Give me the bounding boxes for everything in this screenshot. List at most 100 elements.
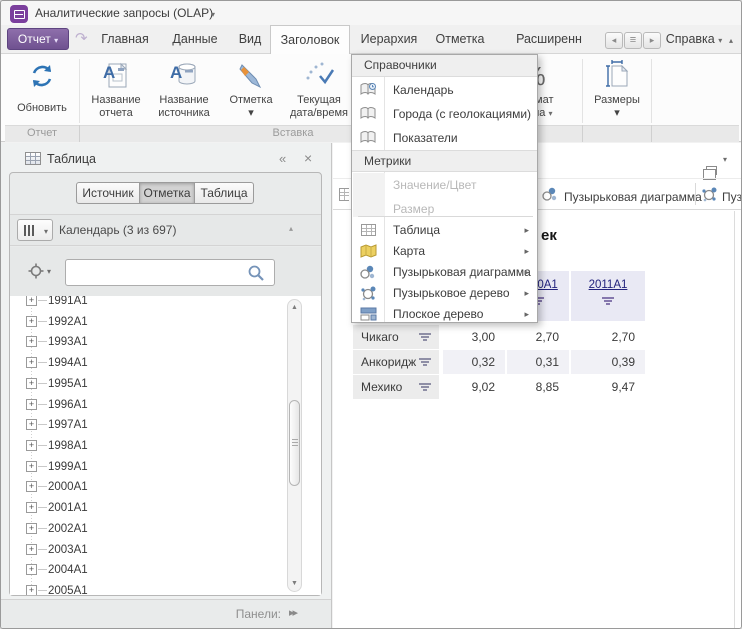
panels-bar: Панели: ▸▸ [1,599,331,629]
tab-otmetka[interactable]: Отметка [427,25,493,54]
panel-title: Таблица [47,152,96,166]
table-cell: 2,70 [507,325,569,349]
tree-item[interactable]: 1999A1 [48,461,88,473]
report-name-button[interactable]: A Название отчета [83,58,149,124]
view-tab-bubble-tree[interactable]: Пуз [722,190,742,204]
tree-item[interactable]: 1994A1 [48,357,88,369]
partial-tab-icon[interactable] [339,188,349,202]
tree-item[interactable]: 1992A1 [48,316,88,328]
filter-icon[interactable] [418,358,431,367]
table-cell: 3,00 [443,325,505,349]
tree-item[interactable]: 1993A1 [48,336,88,348]
menu-item-pokazateli[interactable]: Показатели [352,126,537,150]
tree-item[interactable]: 2002A1 [48,523,88,535]
number-format-caret-down-icon: ▾ [548,109,552,118]
expand-icon[interactable]: + [26,440,37,451]
columns-selector-button[interactable]: ▾ [17,219,53,241]
tab-scroll-right-icon[interactable]: ▸ [643,32,661,49]
window-cascade-icon[interactable] [706,166,717,175]
expand-icon[interactable]: + [26,296,37,306]
tab-ierarhiya[interactable]: Иерархия [353,25,425,54]
tree-item[interactable]: 2004A1 [48,564,88,576]
tab-list-icon[interactable]: ≡ [624,32,642,49]
sizes-button[interactable]: Размеры ▾ [586,58,648,124]
source-name-button[interactable]: A Название источника [151,58,217,124]
scroll-down-icon[interactable]: ▼ [288,580,301,587]
search-input[interactable] [65,259,275,286]
scrollbar-thumb[interactable] [289,400,300,486]
expand-icon[interactable]: + [26,399,37,410]
search-icon[interactable] [247,264,265,287]
gear-icon[interactable] [28,263,44,284]
tab-zagolovok[interactable]: Заголовок [270,25,350,54]
collapse-ribbon-icon[interactable]: ▴ [729,36,733,45]
cascade-caret-down-icon[interactable]: ▾ [723,155,727,164]
expand-icon[interactable]: + [26,544,37,555]
title-caret-down-icon[interactable]: ▾ [211,10,215,19]
tree-item[interactable]: 2001A1 [48,502,88,514]
row-header[interactable]: Анкоридж [353,350,439,374]
tab-rasshirennyj[interactable]: Расширенн [495,25,603,54]
columns-icon [24,225,26,236]
panel-tab-otmetka[interactable]: Отметка [139,182,195,204]
tree-item[interactable]: 1991A1 [48,296,88,307]
panels-expand-icon[interactable]: ▸▸ [289,606,296,619]
menu-item-ploskoe-derevo[interactable]: Плоское дерево ▸ [352,302,537,326]
view-tab-bubble-chart[interactable]: Пузырьковая диаграмма [564,190,702,204]
bubble-chart-icon [359,263,377,281]
expand-icon[interactable]: + [26,419,37,430]
expand-icon[interactable]: + [26,336,37,347]
app-icon [10,5,28,23]
tree-scrollbar[interactable]: ▲ ▼ [287,299,302,592]
column-header-2011[interactable]: 2011A1 [571,271,645,321]
datetime-button[interactable]: Текущая дата/время [285,58,353,124]
tree-item[interactable]: 2000A1 [48,481,88,493]
panel-close-icon[interactable]: × [304,150,312,166]
expand-icon[interactable]: + [26,502,37,513]
bubble-chart-icon [542,186,559,208]
row-header[interactable]: Чикаго [353,325,439,349]
mark-caret-down-icon: ▾ [219,107,283,120]
filter-icon[interactable] [418,383,431,392]
table-cell: 2,70 [571,325,645,349]
tree-item[interactable]: 2005A1 [48,585,88,595]
row-header[interactable]: Мехико [353,375,439,399]
expand-icon[interactable]: + [26,585,37,595]
tab-glavnaya[interactable]: Главная [89,25,161,54]
dimension-label: Календарь (3 из 697) [59,223,176,237]
panel-tab-tablitsa[interactable]: Таблица [194,182,254,204]
expand-icon[interactable]: + [26,316,37,327]
tab-dannye[interactable]: Данные [163,25,227,54]
tree-item[interactable]: 1996A1 [48,399,88,411]
expand-icon[interactable]: + [26,481,37,492]
expand-icon[interactable]: + [26,564,37,575]
mark-button[interactable]: Отметка ▾ [219,58,283,124]
gear-caret-down-icon[interactable]: ▾ [47,267,51,276]
tree-item[interactable]: 2003A1 [48,544,88,556]
submenu-arrow-icon: ▸ [524,246,529,257]
expand-icon[interactable]: + [26,378,37,389]
help-menu[interactable]: Справка ▾ [665,25,723,54]
filter-icon[interactable] [602,297,615,306]
group-label-insert: Вставка [263,127,323,139]
tab-scroll-left-icon[interactable]: ◂ [605,32,623,49]
report-menu-button[interactable]: Отчет ▾ [7,28,69,50]
report-title-fragment: ек [541,227,557,244]
panel-tab-istochnik[interactable]: Источник [76,182,140,204]
panel-collapse-icon[interactable]: « [279,151,286,166]
scroll-up-icon[interactable]: ▲ [288,304,301,311]
tree-item[interactable]: 1995A1 [48,378,88,390]
expand-icon[interactable]: + [26,461,37,472]
expand-icon[interactable]: + [26,523,37,534]
refresh-button[interactable]: Обновить [9,58,75,124]
menu-item-goroda[interactable]: Города (с геолокациями) [352,102,537,126]
expand-icon[interactable]: + [26,357,37,368]
menu-item-kalendar[interactable]: Календарь [352,78,537,102]
filter-icon[interactable] [418,333,431,342]
tree-item[interactable]: 1997A1 [48,419,88,431]
section-collapse-icon[interactable]: ▴ [289,224,293,233]
tab-vid[interactable]: Вид [227,25,273,54]
tree-item[interactable]: 1998A1 [48,440,88,452]
redo-icon[interactable]: ↷ [75,29,88,47]
table-icon [359,221,377,239]
